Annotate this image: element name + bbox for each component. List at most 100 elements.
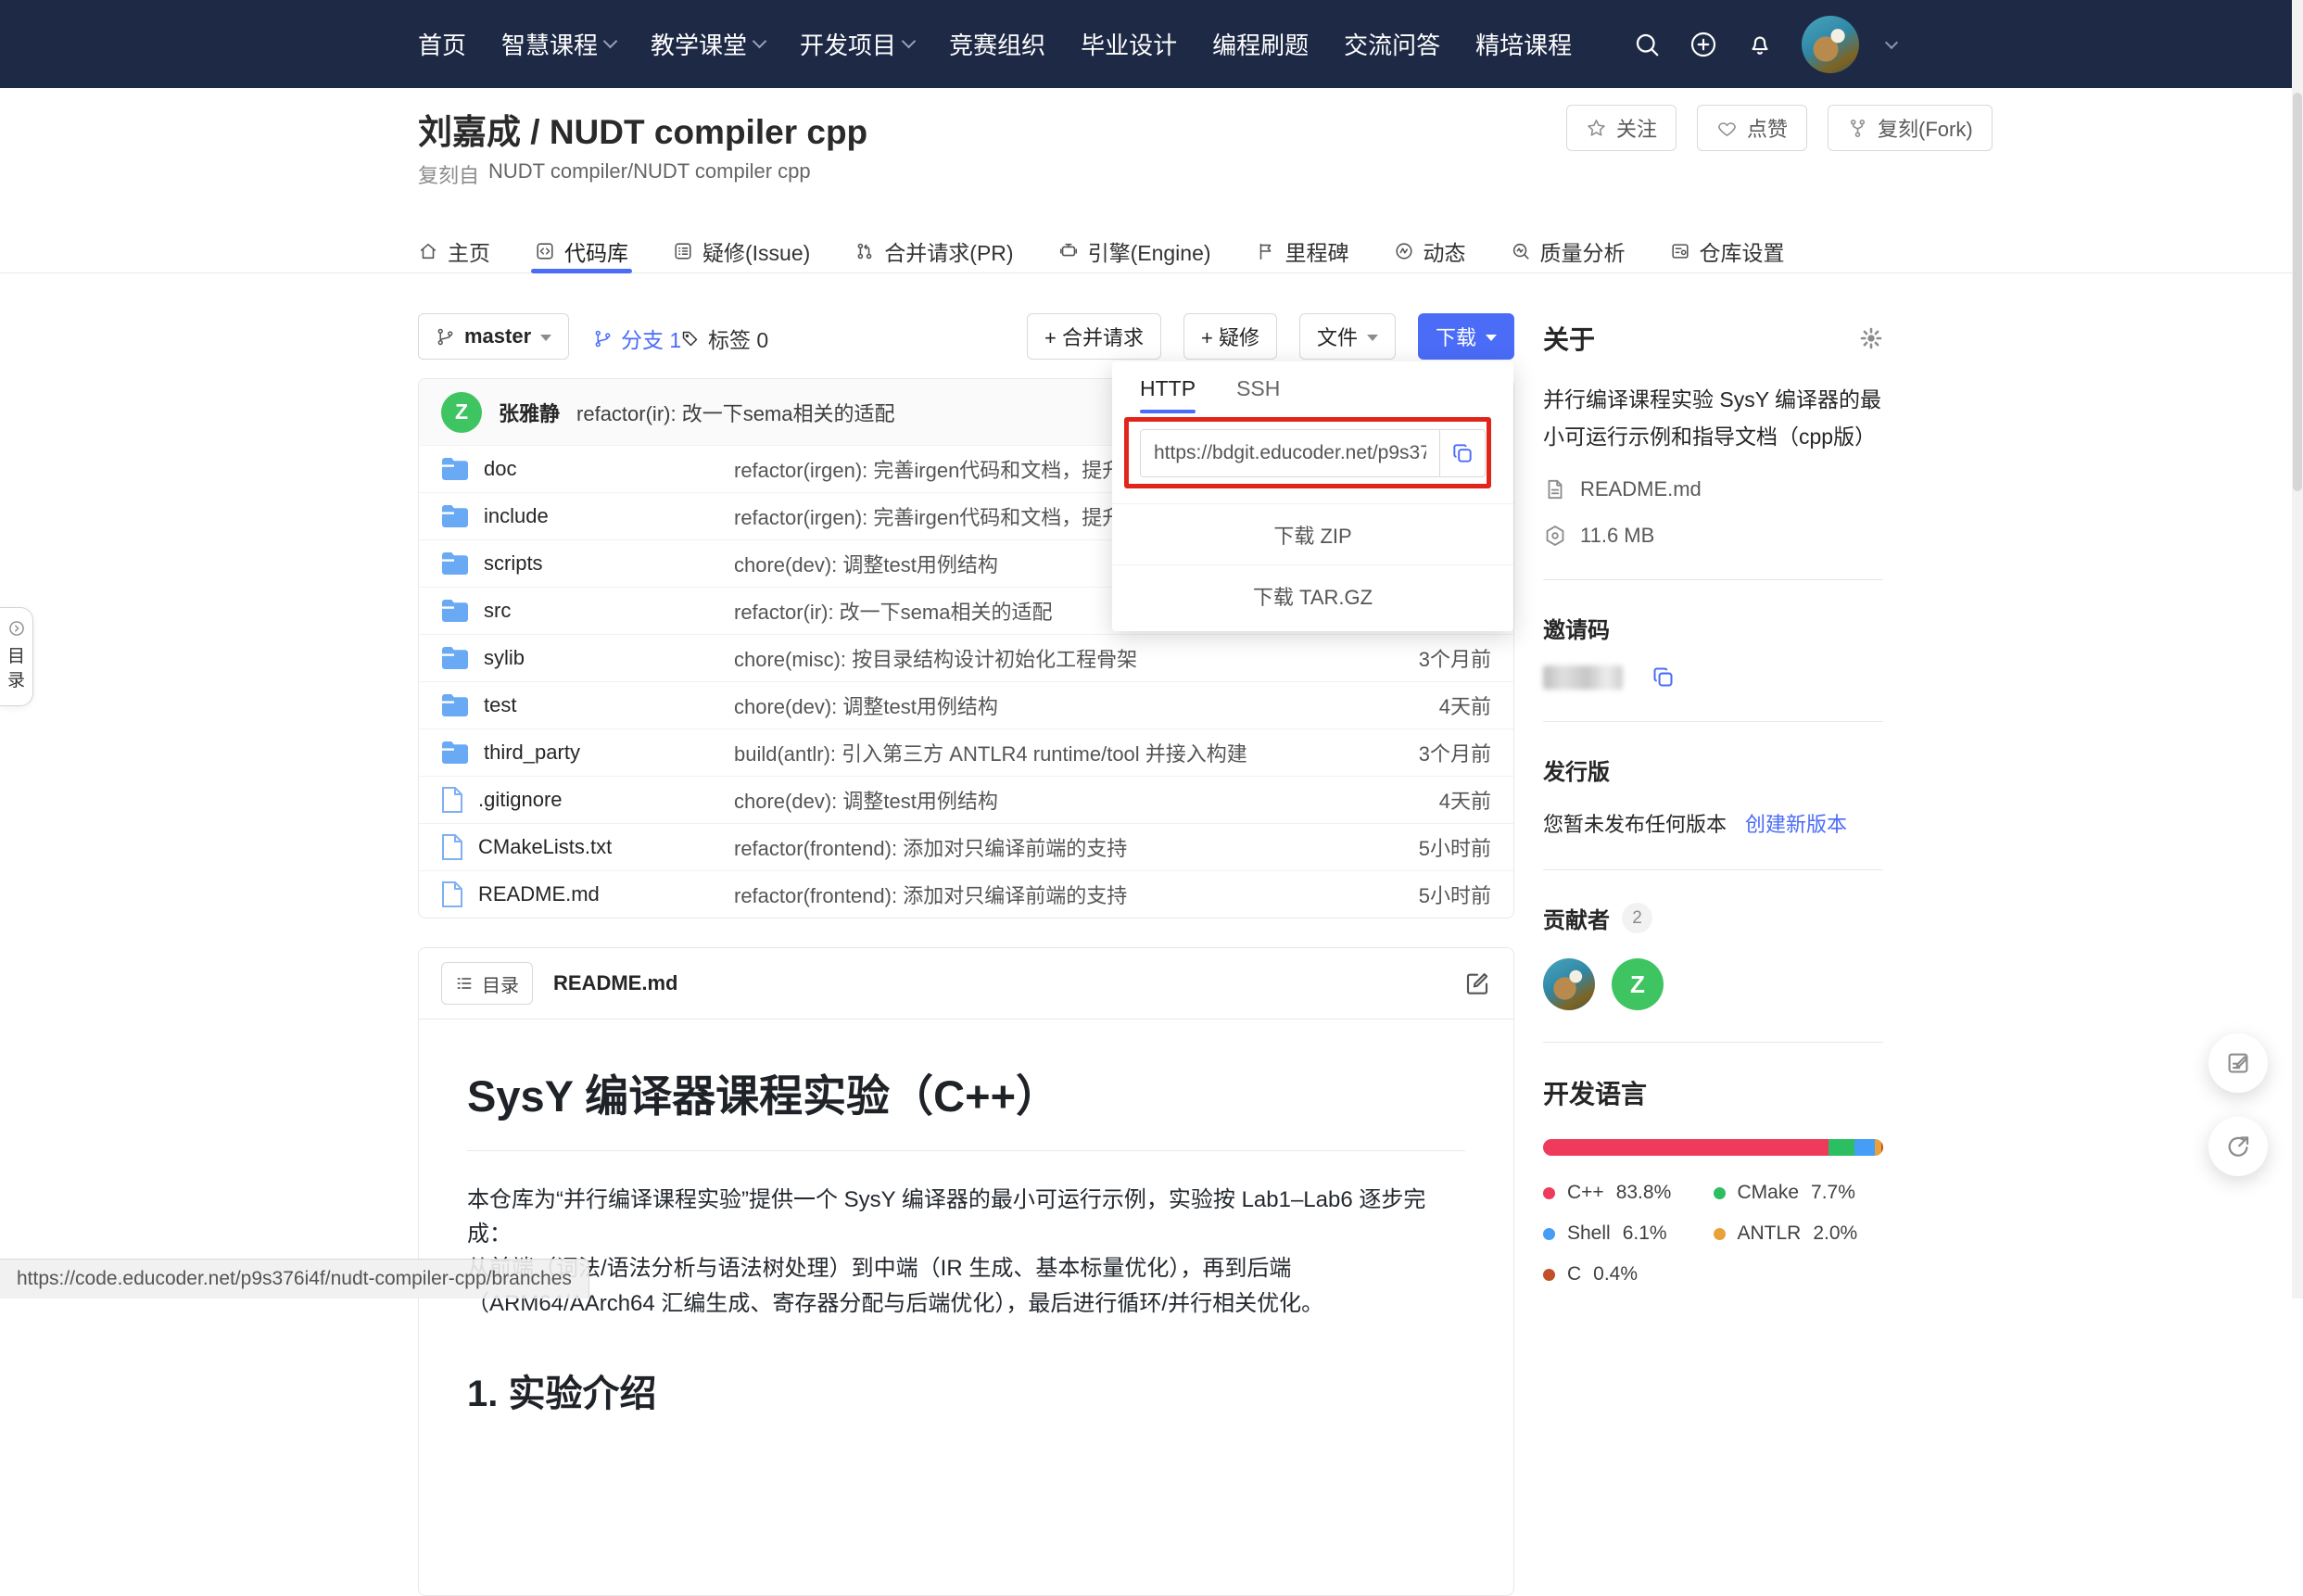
download-targz-item[interactable]: 下载 TAR.GZ — [1112, 564, 1513, 626]
tag-icon — [680, 329, 700, 348]
code-toolbar: master 分支 1 标签 0 + 合并请求 + 疑修 文件 下载 — [418, 313, 1514, 361]
tab-home[interactable]: 主页 — [418, 228, 490, 273]
readme-section-heading: 1. 实验介绍 — [467, 1363, 1465, 1417]
toc-side-tab[interactable]: 目录 — [0, 607, 33, 706]
toolbar-buttons: + 合并请求 + 疑修 文件 下载 — [1027, 313, 1514, 360]
new-pr-button[interactable]: + 合并请求 — [1027, 313, 1161, 360]
nav-item-home[interactable]: 首页 — [418, 27, 466, 61]
scrollbar-thumb[interactable] — [2293, 93, 2302, 491]
contributors-title: 贡献者 — [1543, 902, 1610, 934]
search-icon[interactable] — [1633, 31, 1661, 58]
readme-body: SysY 编译器课程实验（C++） 本仓库为“并行编译课程实验”提供一个 Sys… — [419, 1020, 1513, 1417]
divider — [1543, 869, 1883, 870]
download-zip-item[interactable]: 下载 ZIP — [1112, 503, 1513, 564]
nav-item-coding-practice[interactable]: 编程刷题 — [1212, 27, 1309, 61]
new-issue-button[interactable]: + 疑修 — [1183, 313, 1277, 360]
language-bar — [1543, 1139, 1883, 1156]
download-button[interactable]: 下载 — [1418, 313, 1514, 360]
fork-button[interactable]: 复刻(Fork) — [1828, 105, 1993, 151]
toc-button[interactable]: 目录 — [441, 962, 533, 1005]
nav-item-training[interactable]: 精培课程 — [1475, 27, 1572, 61]
nav-item-qa[interactable]: 交流问答 — [1344, 27, 1440, 61]
edit-icon[interactable] — [1463, 969, 1491, 997]
tab-quality-analysis[interactable]: 质量分析 — [1511, 228, 1626, 273]
tab-repo-settings[interactable]: 仓库设置 — [1670, 228, 1785, 273]
language-bar-segment — [1543, 1139, 1828, 1156]
document-icon — [1543, 477, 1567, 501]
feedback-fab-button[interactable] — [2208, 1033, 2268, 1093]
toc-side-tab-label: 目录 — [7, 645, 26, 692]
forked-from-label: 复刻自 — [418, 159, 479, 189]
nav-item-smart-courses[interactable]: 智慧课程 — [501, 27, 615, 61]
readme-link[interactable]: README.md — [1543, 477, 1883, 501]
tab-http[interactable]: HTTP — [1140, 376, 1196, 413]
invite-code-blurred — [1543, 665, 1623, 690]
branch-icon — [436, 327, 455, 347]
copy-icon[interactable] — [1439, 430, 1485, 476]
language-bar-segment — [1881, 1139, 1882, 1156]
tags-link[interactable]: 标签 0 — [680, 323, 768, 354]
commit-message[interactable]: refactor(ir): 改一下sema相关的适配 — [576, 398, 894, 427]
table-row[interactable]: third_party build(antlr): 引入第三方 ANTLR4 r… — [419, 728, 1513, 776]
chevron-down-icon — [1367, 335, 1378, 341]
nav-item-graduation[interactable]: 毕业设计 — [1081, 27, 1177, 61]
divider — [1543, 721, 1883, 722]
nav-item-teaching[interactable]: 教学课堂 — [651, 27, 765, 61]
legend-item: CMake7.7% — [1714, 1182, 1884, 1204]
share-fab-button[interactable] — [2208, 1117, 2268, 1176]
tab-issues[interactable]: 疑修(Issue) — [673, 228, 810, 273]
folder-icon — [441, 457, 469, 481]
contributors-count-badge: 2 — [1622, 903, 1652, 933]
heart-icon — [1716, 118, 1738, 139]
tab-milestones[interactable]: 里程碑 — [1256, 228, 1349, 273]
file-icon — [441, 833, 463, 861]
table-row[interactable]: test chore(dev): 调整test用例结构4天前 — [419, 681, 1513, 728]
forked-from-source[interactable]: NUDT compiler/NUDT compiler cpp — [488, 159, 811, 189]
tab-activity[interactable]: 动态 — [1394, 228, 1466, 273]
branch-selector[interactable]: master — [418, 313, 569, 360]
folder-icon — [441, 504, 469, 528]
legend-item: C++83.8% — [1543, 1182, 1714, 1204]
milestone-icon — [1256, 241, 1276, 261]
nav-item-dev-projects[interactable]: 开发项目 — [800, 27, 914, 61]
watch-button[interactable]: 关注 — [1566, 105, 1677, 151]
tab-pull-requests[interactable]: 合并请求(PR) — [854, 228, 1013, 273]
legend-dot — [1543, 1228, 1555, 1240]
user-avatar[interactable] — [1802, 16, 1859, 73]
legend-item: C0.4% — [1543, 1263, 1714, 1286]
chevron-down-icon — [540, 335, 551, 341]
legend-dot — [1543, 1187, 1555, 1199]
branches-link[interactable]: 分支 1 — [593, 323, 681, 354]
file-menu-button[interactable]: 文件 — [1299, 313, 1396, 360]
copy-icon[interactable] — [1651, 665, 1676, 690]
chevron-down-icon[interactable] — [1885, 35, 1898, 48]
table-row[interactable]: README.md refactor(frontend): 添加对只编译前端的支… — [419, 870, 1513, 918]
bell-icon[interactable] — [1746, 31, 1774, 58]
tab-code[interactable]: 代码库 — [535, 228, 628, 273]
branch-icon — [593, 329, 613, 348]
create-release-link[interactable]: 创建新版本 — [1745, 808, 1847, 838]
repo-actions: 关注 点赞 复刻(Fork) — [1566, 105, 1993, 151]
gear-icon[interactable] — [1859, 326, 1883, 350]
plus-circle-icon[interactable] — [1689, 30, 1718, 59]
tab-engine[interactable]: 引擎(Engine) — [1058, 228, 1211, 273]
legend-dot — [1714, 1228, 1726, 1240]
scrollbar-track[interactable] — [2292, 0, 2303, 1298]
clone-url-input[interactable] — [1141, 430, 1439, 476]
contributor-avatar[interactable]: Z — [1612, 958, 1664, 1010]
table-row[interactable]: .gitignore chore(dev): 调整test用例结构4天前 — [419, 776, 1513, 823]
quality-icon — [1511, 241, 1531, 261]
clone-url-group — [1140, 429, 1486, 477]
fork-icon — [1847, 118, 1868, 139]
home-icon — [418, 241, 438, 261]
table-row[interactable]: sylib chore(misc): 按目录结构设计初始化工程骨架3个月前 — [419, 634, 1513, 681]
contributor-avatar[interactable] — [1543, 958, 1595, 1010]
star-button[interactable]: 点赞 — [1697, 105, 1807, 151]
commit-author[interactable]: 张雅静 — [499, 398, 560, 427]
nav-item-competitions[interactable]: 竞赛组织 — [949, 27, 1045, 61]
commit-author-avatar[interactable]: Z — [441, 392, 482, 433]
invite-code-row — [1543, 665, 1883, 690]
readme-title: SysY 编译器课程实验（C++） — [467, 1060, 1465, 1151]
table-row[interactable]: CMakeLists.txt refactor(frontend): 添加对只编… — [419, 823, 1513, 870]
tab-ssh[interactable]: SSH — [1236, 376, 1280, 413]
